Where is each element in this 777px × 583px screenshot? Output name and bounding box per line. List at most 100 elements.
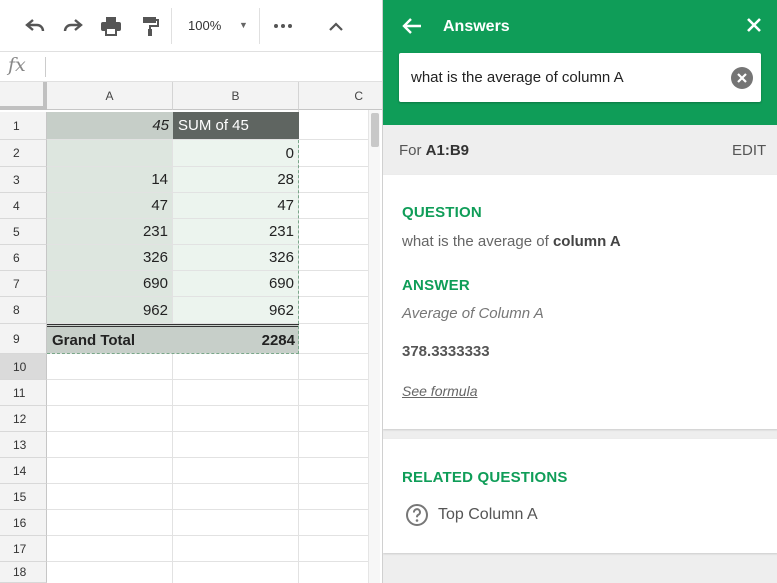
pivot-value-header-cell[interactable]: SUM of 45 (173, 112, 299, 140)
cell[interactable]: 690 (173, 271, 299, 297)
cell[interactable] (47, 140, 173, 167)
vertical-scrollbar[interactable] (368, 110, 380, 583)
row-header-selected[interactable]: 10 (0, 354, 47, 380)
select-all-corner[interactable] (0, 82, 47, 110)
answers-panel: Answers what is the average of column A … (382, 0, 777, 583)
column-header-a[interactable]: A (47, 82, 173, 110)
cell[interactable]: 47 (47, 193, 173, 219)
answer-label: ANSWER (402, 277, 470, 294)
answer-value: 378.3333333 (402, 343, 490, 360)
row-header[interactable]: 6 (0, 245, 47, 271)
more-icon[interactable] (272, 14, 294, 38)
gridline (47, 509, 368, 510)
clear-icon[interactable] (731, 67, 753, 94)
cell[interactable]: 0 (173, 140, 299, 167)
row-header[interactable]: 18 (0, 562, 47, 583)
range-bar: For A1:B9 EDIT (383, 125, 777, 173)
cell[interactable]: 231 (47, 219, 173, 245)
row-header[interactable]: 5 (0, 219, 47, 245)
row-header[interactable]: 11 (0, 380, 47, 406)
row-header[interactable]: 4 (0, 193, 47, 219)
range-dashed-border (47, 353, 299, 354)
question-label: QUESTION (402, 204, 482, 221)
close-icon[interactable] (745, 16, 763, 39)
gridline (47, 405, 368, 406)
row-header[interactable]: 9 (0, 324, 47, 354)
cell[interactable]: 28 (173, 167, 299, 193)
zoom-select[interactable]: 100% (188, 18, 221, 33)
spreadsheet-grid: A B C 1 2 3 4 5 6 7 8 9 10 11 12 13 14 1… (0, 82, 427, 583)
collapse-icon[interactable] (325, 14, 347, 38)
cell[interactable]: 326 (47, 245, 173, 271)
answer-description: Average of Column A (402, 305, 544, 322)
range-text: For A1:B9 (399, 142, 470, 159)
chevron-down-icon: ▼ (239, 20, 248, 30)
panel-title: Answers (443, 18, 510, 35)
back-arrow-icon[interactable] (401, 15, 423, 42)
toolbar-separator (259, 8, 260, 44)
row-header[interactable]: 12 (0, 406, 47, 432)
gridline (47, 457, 368, 458)
redo-icon[interactable] (60, 14, 86, 38)
gridline (47, 379, 368, 380)
related-questions-card: RELATED QUESTIONS Top Column A (383, 439, 777, 553)
related-question-item[interactable]: Top Column A (405, 503, 538, 527)
row-header[interactable]: 1 (0, 112, 47, 140)
column-header-b[interactable]: B (173, 82, 299, 110)
scrollbar-thumb[interactable] (371, 113, 379, 147)
cell[interactable]: 326 (173, 245, 299, 271)
related-question-text: Top Column A (438, 506, 538, 523)
query-input[interactable]: what is the average of column A (399, 53, 761, 102)
gridline (299, 323, 368, 324)
row-header[interactable]: 7 (0, 271, 47, 297)
row-header[interactable]: 14 (0, 458, 47, 484)
row-header[interactable]: 3 (0, 167, 47, 193)
gridline (299, 353, 368, 354)
grand-total-label-cell[interactable]: Grand Total (47, 324, 173, 354)
gridline (47, 561, 368, 562)
row-header[interactable]: 15 (0, 484, 47, 510)
gridline (299, 218, 368, 219)
query-text[interactable]: what is the average of column A (411, 69, 624, 86)
formula-separator (45, 57, 46, 77)
print-icon[interactable] (98, 14, 124, 38)
row-header[interactable]: 16 (0, 510, 47, 536)
gridline (47, 431, 368, 432)
edit-range-button[interactable]: EDIT (732, 142, 766, 159)
gridline (299, 192, 368, 193)
cell[interactable]: 962 (173, 297, 299, 324)
range-dashed-border (298, 140, 299, 354)
gridline (172, 354, 173, 583)
row-header[interactable]: 13 (0, 432, 47, 458)
gridline (299, 139, 368, 140)
see-formula-link[interactable]: See formula (402, 383, 477, 399)
row-header[interactable]: 17 (0, 536, 47, 562)
cell[interactable]: 962 (47, 297, 173, 324)
related-label: RELATED QUESTIONS (402, 469, 568, 486)
pivot-row-header-cell[interactable]: 45 (47, 112, 173, 140)
app-window: 100% ▼ fx A B C 1 2 3 4 5 6 7 8 9 10 11 … (0, 0, 777, 583)
cell[interactable]: 47 (173, 193, 299, 219)
gridline (299, 296, 368, 297)
toolbar: 100% ▼ (0, 0, 382, 52)
answers-header: Answers what is the average of column A (383, 0, 777, 125)
answer-card: QUESTION what is the average of column A… (383, 175, 777, 429)
undo-icon[interactable] (22, 14, 48, 38)
gridline (47, 535, 368, 536)
toolbar-separator (171, 8, 172, 44)
paint-format-icon[interactable] (137, 14, 163, 38)
fx-icon: fx (8, 54, 26, 76)
grand-total-value-cell[interactable]: 2284 (173, 324, 299, 354)
range-value: A1:B9 (425, 142, 470, 159)
cell[interactable]: 231 (173, 219, 299, 245)
gridline (299, 244, 368, 245)
cell[interactable]: 14 (47, 167, 173, 193)
formula-bar: fx (0, 52, 382, 82)
row-header[interactable]: 8 (0, 297, 47, 324)
row-header[interactable]: 2 (0, 140, 47, 167)
gridline (299, 270, 368, 271)
gridline (299, 166, 368, 167)
help-circle-icon (406, 504, 428, 526)
question-text: what is the average of column A (402, 233, 621, 250)
cell[interactable]: 690 (47, 271, 173, 297)
